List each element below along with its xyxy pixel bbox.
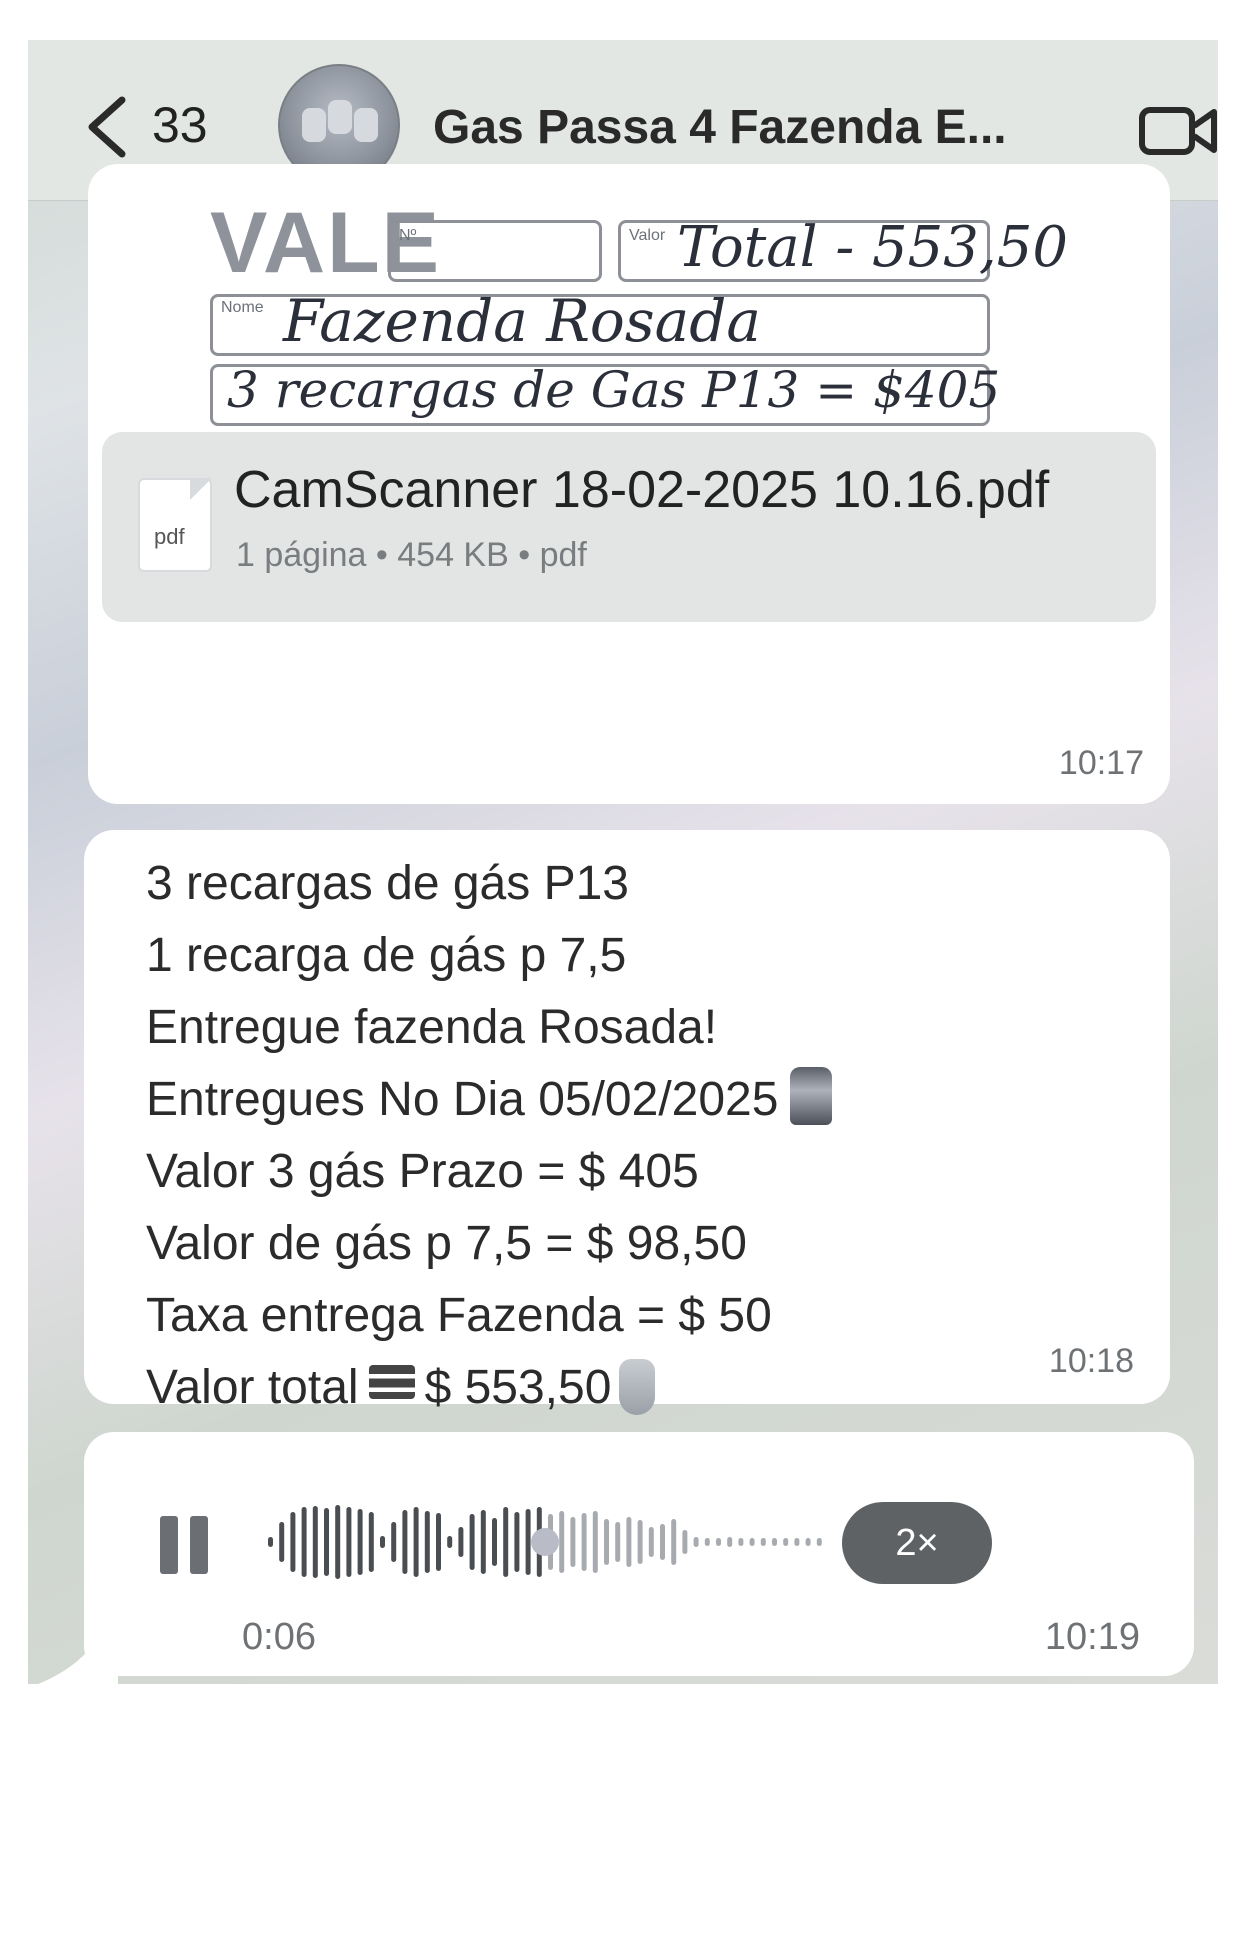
waveform-bar (749, 1538, 755, 1546)
waveform-bar (648, 1527, 654, 1557)
waveform-bar (391, 1522, 397, 1562)
audio-elapsed-time: 0:06 (242, 1616, 316, 1658)
waveform-bar (335, 1505, 341, 1579)
waveform-bar (469, 1514, 475, 1570)
waveform-bar (671, 1519, 677, 1565)
message-line: Entregues No Dia 05/02/2025 (146, 1073, 779, 1126)
message-line: $ 553,50 (424, 1361, 612, 1414)
audio-message-bubble[interactable]: 2× 0:06 10:19 (84, 1432, 1194, 1676)
waveform-bar (727, 1537, 733, 1547)
playback-speed-button[interactable]: 2× (842, 1502, 992, 1584)
message-line: 1 recarga de gás p 7,5 (146, 929, 627, 982)
text-message-bubble[interactable]: 3 recargas de gás P13 1 recarga de gás p… (84, 830, 1170, 1415)
pdf-icon-label: pdf (154, 524, 185, 549)
waveform-bar (704, 1538, 710, 1546)
scan-handwritten-name: Fazenda Rosada (283, 287, 761, 355)
waveform-bar (368, 1512, 374, 1572)
waveform-bar (413, 1507, 419, 1577)
scan-handwritten-value: Total - 553,50 (677, 215, 1068, 280)
point-down-emoji-icon (619, 1359, 656, 1415)
pdf-file-icon: pdf (138, 478, 212, 572)
waveform-bar (660, 1524, 665, 1560)
scan-preview-image[interactable]: VALE Nº Valor Total - 553,50 Nome Fazend… (210, 172, 1070, 434)
siren-emoji-icon (790, 1067, 833, 1125)
waveform-bar (693, 1537, 699, 1547)
waveform-bar (783, 1538, 789, 1546)
waveform-bar (312, 1506, 318, 1578)
waveform-bar (447, 1536, 453, 1548)
waveform-bar (480, 1510, 486, 1574)
pdf-attachment[interactable]: pdf CamScanner 18-02-2025 10.16.pdf 1 pá… (102, 432, 1156, 622)
scan-name-label: Nome (221, 299, 264, 316)
waveform-bar (324, 1508, 329, 1576)
waveform-bar (357, 1509, 363, 1575)
message-line-date: Entregues No Dia 05/02/2025 (146, 1064, 833, 1136)
scan-value-field: Valor Total - 553,50 (618, 215, 1068, 282)
unread-count[interactable]: 33 (152, 96, 208, 154)
scan-value-label: Valor (629, 227, 666, 244)
scan-handwritten-description: 3 recargas de Gas P13 = $405 (227, 361, 1001, 419)
scan-number-label: Nº (399, 227, 417, 244)
waveform-bar (301, 1507, 307, 1577)
message-line: Valor de gás p 7,5 = $ 98,50 (146, 1217, 747, 1270)
waveform-bar (626, 1517, 632, 1567)
bubble-tail (38, 1638, 118, 1684)
waveform-bar (503, 1507, 509, 1577)
waveform-bar (581, 1513, 587, 1571)
pdf-file-meta: 1 página • 454 KB • pdf (236, 536, 587, 574)
waveform-bar (615, 1522, 621, 1562)
waveform-bar (604, 1519, 609, 1565)
waveform-bar (592, 1511, 598, 1573)
chevron-left-icon[interactable] (78, 92, 138, 162)
message-line-total: Valor total $ 553,50 (146, 1352, 832, 1424)
waveform-bar (279, 1522, 285, 1562)
waveform-bar (380, 1536, 385, 1548)
scan-description-field: 3 recargas de Gas P13 = $405 (210, 361, 1000, 426)
scan-name-field: Nome Fazenda Rosada (210, 287, 990, 356)
chat-title[interactable]: Gas Passa 4 Fazenda E... (433, 100, 1007, 155)
waveform-bar (268, 1537, 273, 1547)
message-time: 10:17 (1058, 744, 1144, 782)
waveform-bar (424, 1511, 430, 1573)
pdf-file-name: CamScanner 18-02-2025 10.16.pdf (234, 461, 1050, 519)
waveform-bar (290, 1512, 296, 1572)
waveform-bar (816, 1538, 822, 1546)
message-time: 10:18 (1048, 1342, 1134, 1380)
equals-emoji-icon (368, 1365, 415, 1399)
waveform-bar (637, 1520, 643, 1564)
waveform-bar (760, 1538, 766, 1546)
waveform-bar (682, 1530, 688, 1554)
waveform-bar (346, 1507, 352, 1577)
waveform-bar (492, 1518, 497, 1566)
document-message-bubble[interactable]: VALE Nº Valor Total - 553,50 Nome Fazend… (88, 164, 1170, 804)
waveform-bar (458, 1527, 464, 1557)
waveform-bar (436, 1513, 441, 1571)
waveform-bar (402, 1510, 408, 1574)
video-camera-icon[interactable] (1138, 102, 1218, 160)
message-line: Taxa entrega Fazenda = $ 50 (146, 1289, 772, 1342)
waveform-bar (716, 1538, 721, 1546)
scan-number-field: Nº (388, 220, 602, 282)
chat-screen: 33 Gas Passa 4 Fazenda E... VALE Nº Valo… (28, 40, 1218, 1684)
message-time: 10:19 (1044, 1616, 1140, 1658)
waveform-bar (570, 1517, 576, 1567)
playback-scrubber-handle[interactable] (531, 1528, 559, 1556)
message-text: 3 recargas de gás P13 1 recarga de gás p… (146, 848, 833, 1424)
waveform-bar (772, 1538, 777, 1546)
message-line: Entregue fazenda Rosada! (146, 1001, 718, 1054)
audio-waveform[interactable] (264, 1492, 834, 1592)
waveform-bar (805, 1538, 811, 1546)
message-line: Valor 3 gás Prazo = $ 405 (146, 1145, 699, 1198)
message-line: 3 recargas de gás P13 (146, 857, 629, 910)
waveform-bar (559, 1511, 565, 1573)
waveform-bar (738, 1538, 744, 1546)
waveform-bar (525, 1509, 531, 1575)
waveform-bar (514, 1512, 520, 1572)
waveform-bar (794, 1538, 800, 1546)
pause-icon[interactable] (160, 1516, 210, 1574)
message-line: Valor total (146, 1361, 359, 1414)
